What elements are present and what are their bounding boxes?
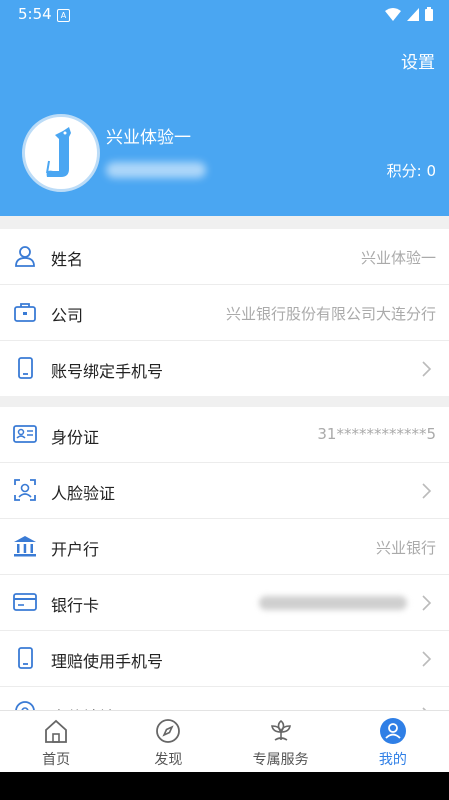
phone-icon [18,647,33,669]
tab-discover[interactable]: 发现 [112,711,224,773]
row-name[interactable]: 姓名 兴业体验一 [0,229,449,285]
row-id-card[interactable]: 身份证 31************5 [0,407,449,463]
identity-section: 身份证 31************5 人脸验证 开户行 兴业银行 银行卡 理赔… [0,407,449,742]
tab-label: 发现 [154,752,183,768]
row-label: 理赔使用手机号 [51,652,164,671]
giraffe-logo-icon [46,127,71,177]
system-nav-bar [0,772,449,800]
row-value: 兴业银行 [375,539,436,557]
battery-icon [425,7,433,21]
row-bank-card[interactable]: 银行卡 [0,575,449,631]
row-claim-phone[interactable]: 理赔使用手机号 [0,631,449,687]
user-phone-blurred [106,162,206,178]
bank-icon [14,536,36,557]
chevron-right-icon [422,651,432,667]
chevron-right-icon [422,595,432,611]
row-bank-branch[interactable]: 开户行 兴业银行 [0,519,449,575]
row-bound-phone[interactable]: 账号绑定手机号 [0,341,449,396]
chevron-right-icon [422,361,432,377]
row-value: 31************5 [317,425,436,443]
avatar[interactable] [22,114,100,192]
row-company[interactable]: 公司 兴业银行股份有限公司大连分行 [0,285,449,341]
flower-icon [270,719,291,741]
face-scan-icon [14,479,36,501]
compass-icon [156,719,181,743]
tab-mine[interactable]: 我的 [337,711,449,773]
row-label: 银行卡 [51,596,100,615]
tab-exclusive-service[interactable]: 专属服务 [225,711,337,773]
phone-icon [18,357,33,379]
id-card-icon [13,425,37,443]
row-label: 账号绑定手机号 [51,362,164,381]
user-icon [379,718,406,744]
tab-label: 我的 [378,752,407,768]
profile-header: 5:54 A 设置 兴业体验一 积分: 0 [0,0,449,216]
profile-section: 姓名 兴业体验一 公司 兴业银行股份有限公司大连分行 账号绑定手机号 [0,229,449,396]
briefcase-icon [14,303,36,322]
row-value: 兴业体验一 [360,249,436,267]
chevron-right-icon [422,483,432,499]
row-label: 公司 [51,306,84,325]
person-icon [15,246,35,267]
bank-card-number-blurred [259,596,407,610]
bottom-tab-bar: 首页 发现 专属服务 我的 [0,710,449,773]
wifi-icon [385,7,401,21]
tab-label: 首页 [42,752,71,768]
tab-home[interactable]: 首页 [0,711,112,773]
settings-button[interactable]: 设置 [401,48,435,73]
tab-label: 专属服务 [252,752,309,768]
row-value: 兴业银行股份有限公司大连分行 [225,305,436,323]
home-icon [45,719,68,743]
bank-card-icon [13,593,37,611]
row-face-verify[interactable]: 人脸验证 [0,463,449,519]
status-time: 5:54 [18,5,52,23]
status-icons [385,7,433,21]
row-label: 身份证 [51,428,100,447]
status-bar: 5:54 A [0,0,449,28]
row-label: 人脸验证 [51,484,116,503]
points-label: 积分: 0 [386,162,436,180]
signal-icon [407,7,419,21]
notification-a-icon: A [57,9,70,22]
row-label: 开户行 [51,540,100,559]
user-name: 兴业体验一 [106,128,191,148]
row-label: 姓名 [51,250,84,269]
